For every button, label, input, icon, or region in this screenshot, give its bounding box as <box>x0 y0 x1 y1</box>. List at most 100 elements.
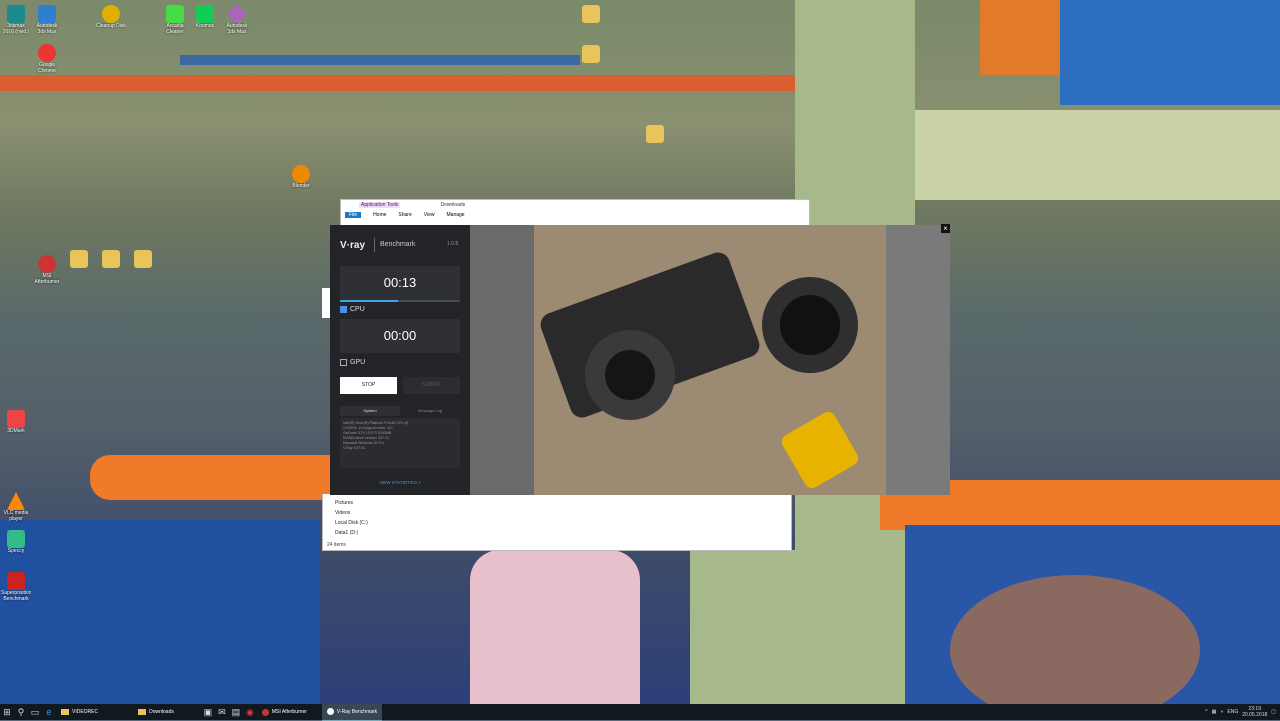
wallpaper-orange-bar <box>0 75 900 91</box>
vray-benchmark-window[interactable]: V·ray Benchmark 1.0.8 00:13 CPU 00:00 GP… <box>330 225 950 495</box>
app-icon <box>7 572 25 590</box>
tab-file[interactable]: File <box>345 212 362 218</box>
desktop-icon[interactable]: Cleanup Disk <box>96 5 126 35</box>
desktop-icon[interactable]: Kosmos <box>190 5 220 35</box>
unrendered-strip-left <box>470 225 534 495</box>
explorer-nav-list: Pictures Videos Local Disk (C:) Data1 (D… <box>335 498 368 538</box>
store-icon[interactable]: ▣ <box>201 704 215 720</box>
desktop-icon[interactable]: VLC media player <box>1 492 31 522</box>
tab-home[interactable]: Home <box>373 212 386 218</box>
cpu-checkbox[interactable]: CPU <box>340 306 365 313</box>
desktop-icon[interactable]: Superposition Benchmark <box>1 572 31 602</box>
application-tools-label: Application Tools <box>359 202 401 208</box>
vray-control-panel: V·ray Benchmark 1.0.8 00:13 CPU 00:00 GP… <box>330 225 470 495</box>
wallpaper-orange-panel <box>980 0 1060 75</box>
taskbar-item-vray-benchmark[interactable]: V-Ray Benchmark <box>321 703 383 721</box>
taskbar: ⊞ ⚲ ▭ e VIDEOREC Downloads ▣ ✉ ▤ ◉ MSI A… <box>0 703 1280 721</box>
checkbox-icon <box>340 306 347 313</box>
render-scene-svg <box>470 225 950 495</box>
nav-item-data1[interactable]: Data1 (D:) <box>335 528 368 538</box>
explorer-edge <box>322 288 330 318</box>
gpu-checkbox[interactable]: GPU <box>340 359 365 366</box>
desktop-icon[interactable]: Blender <box>286 165 316 195</box>
system-info: Intel(R) Xeon(R) Platinum P-8136 CPU @ 2… <box>340 418 460 468</box>
folder-icon[interactable] <box>128 250 158 268</box>
app-icon <box>102 5 120 23</box>
task-view-icon[interactable]: ▭ <box>28 704 42 720</box>
gpu-label: GPU <box>350 359 366 366</box>
clock-date: 20.05.2018 <box>1242 712 1268 718</box>
folder-icon[interactable] <box>640 125 670 143</box>
folder-icon <box>138 709 147 715</box>
submit-button[interactable]: SUBMIT <box>403 377 460 394</box>
explorer-window[interactable]: Application Tools Downloads File Home Sh… <box>340 199 810 227</box>
unrendered-strip-right <box>886 225 950 495</box>
start-icon[interactable]: ⊞ <box>0 704 14 720</box>
app-icon <box>196 5 214 23</box>
tab-view[interactable]: View <box>424 212 435 218</box>
app-icon <box>7 5 25 23</box>
logo-divider <box>374 238 375 252</box>
gpu-time: 00:00 <box>383 328 417 343</box>
tray-chevron-icon[interactable]: ^ <box>1205 709 1207 715</box>
taskbar-item-label: V-Ray Benchmark <box>336 708 378 715</box>
search-icon[interactable]: ⚲ <box>14 704 28 720</box>
desktop-icon[interactable]: Google Chrome <box>32 44 62 74</box>
stop-button[interactable]: STOP <box>340 377 397 394</box>
cpu-label: CPU <box>350 306 365 313</box>
tab-message-log[interactable]: Message Log <box>400 406 460 416</box>
chrome-icon[interactable]: ◉ <box>243 704 257 720</box>
wallpaper-green-post-bottom <box>690 550 905 704</box>
wallpaper-child <box>470 550 640 704</box>
afterburner-icon <box>261 708 269 716</box>
system-tray: ^ ▦ ◖ ENG 23:19 20.05.2018 ▢ <box>1205 704 1276 720</box>
product-name: Benchmark <box>380 241 416 248</box>
folder-icon[interactable] <box>576 5 606 23</box>
desktop-icon[interactable]: MSI Afterburner <box>32 255 62 285</box>
folder-icon[interactable] <box>64 250 94 268</box>
taskbar-item-label: Downloads <box>149 709 174 715</box>
desktop-icon[interactable]: Speccy <box>1 530 31 560</box>
desktop-icon[interactable]: 3DMark <box>1 410 31 440</box>
tab-manage[interactable]: Manage <box>447 212 465 218</box>
volume-icon[interactable]: ◖ <box>1220 709 1223 715</box>
taskbar-item-videorec[interactable]: VIDEOREC <box>56 704 103 720</box>
explorer-title: Downloads <box>440 202 466 208</box>
edge-icon[interactable]: e <box>42 704 56 720</box>
nav-item-local-disk[interactable]: Local Disk (C:) <box>335 518 368 528</box>
language-indicator[interactable]: ENG <box>1227 709 1238 715</box>
wallpaper-blue-panel <box>1060 0 1280 105</box>
desktop-icon[interactable]: 3dsmax 2016 (nvid.) <box>1 5 31 35</box>
taskbar-item-msi-afterburner[interactable]: MSI Afterburner <box>257 704 312 720</box>
desktop-icon[interactable]: Autodesk 3ds Max <box>32 5 62 35</box>
vlc-icon <box>7 492 25 510</box>
app-icon <box>226 3 248 25</box>
close-icon[interactable]: × <box>941 224 950 233</box>
desktop-icon[interactable]: Arcadia Cleaner <box>160 5 190 35</box>
wallpaper-blue-slide <box>0 520 320 704</box>
taskbar-item-label: MSI Afterburner <box>271 709 307 715</box>
app-icon <box>7 410 25 428</box>
version-label: 1.0.8 <box>447 241 459 247</box>
tab-share[interactable]: Share <box>398 212 411 218</box>
spare-lens-glass <box>780 295 840 355</box>
folder-icon[interactable] <box>96 250 126 268</box>
notifications-icon[interactable]: ▢ <box>1271 709 1276 715</box>
nav-item-videos[interactable]: Videos <box>335 508 368 518</box>
folder-icon <box>61 709 69 715</box>
files-icon[interactable]: ▤ <box>229 704 243 720</box>
tab-system[interactable]: System <box>340 406 400 416</box>
gpu-timer: 00:00 <box>340 319 460 353</box>
app-icon <box>7 530 25 548</box>
desktop-icon[interactable]: Autodesk 3ds Max <box>222 3 252 35</box>
nav-item-pictures[interactable]: Pictures <box>335 498 368 508</box>
cpu-progress-fill <box>340 300 398 302</box>
app-icon <box>166 5 184 23</box>
mail-icon[interactable]: ✉ <box>215 704 229 720</box>
folder-icon[interactable] <box>576 45 606 63</box>
network-icon[interactable]: ▦ <box>1212 709 1217 715</box>
app-icon <box>38 5 56 23</box>
taskbar-item-downloads[interactable]: Downloads <box>133 704 179 720</box>
view-statistics-link[interactable]: VIEW STATISTICS > <box>330 480 470 485</box>
clock[interactable]: 23:19 20.05.2018 <box>1242 706 1267 718</box>
